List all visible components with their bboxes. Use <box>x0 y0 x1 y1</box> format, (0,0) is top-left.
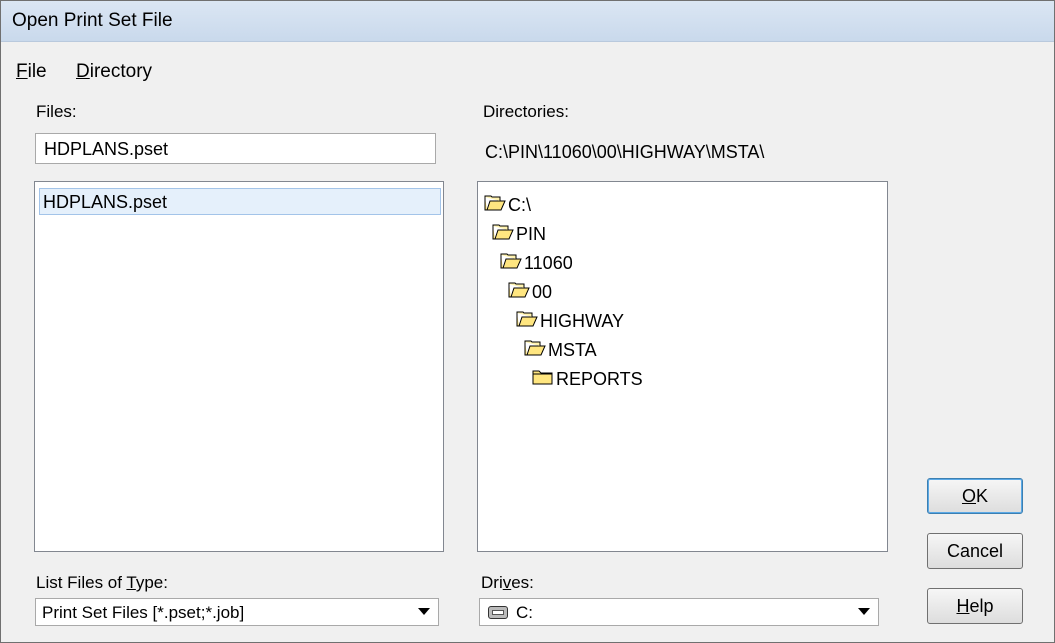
title-bar[interactable]: Open Print Set File <box>1 1 1054 42</box>
ok-button-label: OK <box>961 486 989 506</box>
open-folder-icon <box>524 339 548 361</box>
chevron-down-icon <box>418 608 430 615</box>
directory-tree-item[interactable]: PIN <box>492 222 546 246</box>
ok-button[interactable]: OK <box>927 478 1023 514</box>
drive-icon <box>488 606 508 619</box>
directory-name: HIGHWAY <box>540 310 624 331</box>
menu-directory[interactable]: Directory <box>76 61 152 83</box>
file-type-label: List Files of Type: <box>36 573 168 592</box>
directory-name: 11060 <box>524 252 573 273</box>
open-folder-icon <box>492 223 516 245</box>
directory-tree-item[interactable]: REPORTS <box>532 367 643 391</box>
file-item-label: HDPLANS.pset <box>43 192 168 212</box>
directory-tree-item[interactable]: 00 <box>508 280 552 304</box>
help-button[interactable]: Help <box>927 588 1023 624</box>
file-type-value: Print Set Files [*.pset;*.job] <box>42 603 245 622</box>
menu-file[interactable]: File <box>16 61 47 83</box>
folder-icon <box>532 368 556 390</box>
files-label: Files: <box>36 102 77 121</box>
window-title: Open Print Set File <box>12 10 173 31</box>
directory-name: C:\ <box>508 194 532 215</box>
directories-label: Directories: <box>483 102 569 121</box>
files-listbox[interactable]: HDPLANS.pset <box>34 181 444 552</box>
cancel-button[interactable]: Cancel <box>927 533 1023 569</box>
open-print-set-dialog: Open Print Set File File Directory Files… <box>0 0 1055 643</box>
file-type-select[interactable]: Print Set Files [*.pset;*.job] <box>35 598 439 626</box>
open-folder-icon <box>500 252 524 274</box>
directory-name: 00 <box>532 281 553 302</box>
directories-treebox[interactable]: C:\ PIN 11060 00 HIGHWAY MSTA REPORTS <box>477 181 888 552</box>
open-folder-icon <box>508 281 532 303</box>
drives-value: C: <box>516 603 533 622</box>
filename-input[interactable]: HDPLANS.pset <box>35 133 436 164</box>
directory-name: REPORTS <box>556 368 643 389</box>
help-button-label: Help <box>956 596 994 616</box>
drives-select[interactable]: C: <box>479 598 879 626</box>
directory-name: MSTA <box>548 339 597 360</box>
directory-tree-item[interactable]: MSTA <box>524 338 597 362</box>
directory-tree-item[interactable]: C:\ <box>484 193 531 217</box>
current-path: C:\PIN\11060\00\HIGHWAY\MSTA\ <box>485 142 765 162</box>
directory-tree-item[interactable]: HIGHWAY <box>516 309 624 333</box>
directory-name: PIN <box>516 223 547 244</box>
drives-label: Drives: <box>481 573 534 592</box>
list-item[interactable]: HDPLANS.pset <box>39 188 441 215</box>
cancel-button-label: Cancel <box>946 541 1004 561</box>
open-folder-icon <box>516 310 540 332</box>
filename-input-value: HDPLANS.pset <box>44 139 169 159</box>
chevron-down-icon <box>858 608 870 615</box>
directory-tree-item[interactable]: 11060 <box>500 251 573 275</box>
open-folder-icon <box>484 194 508 216</box>
